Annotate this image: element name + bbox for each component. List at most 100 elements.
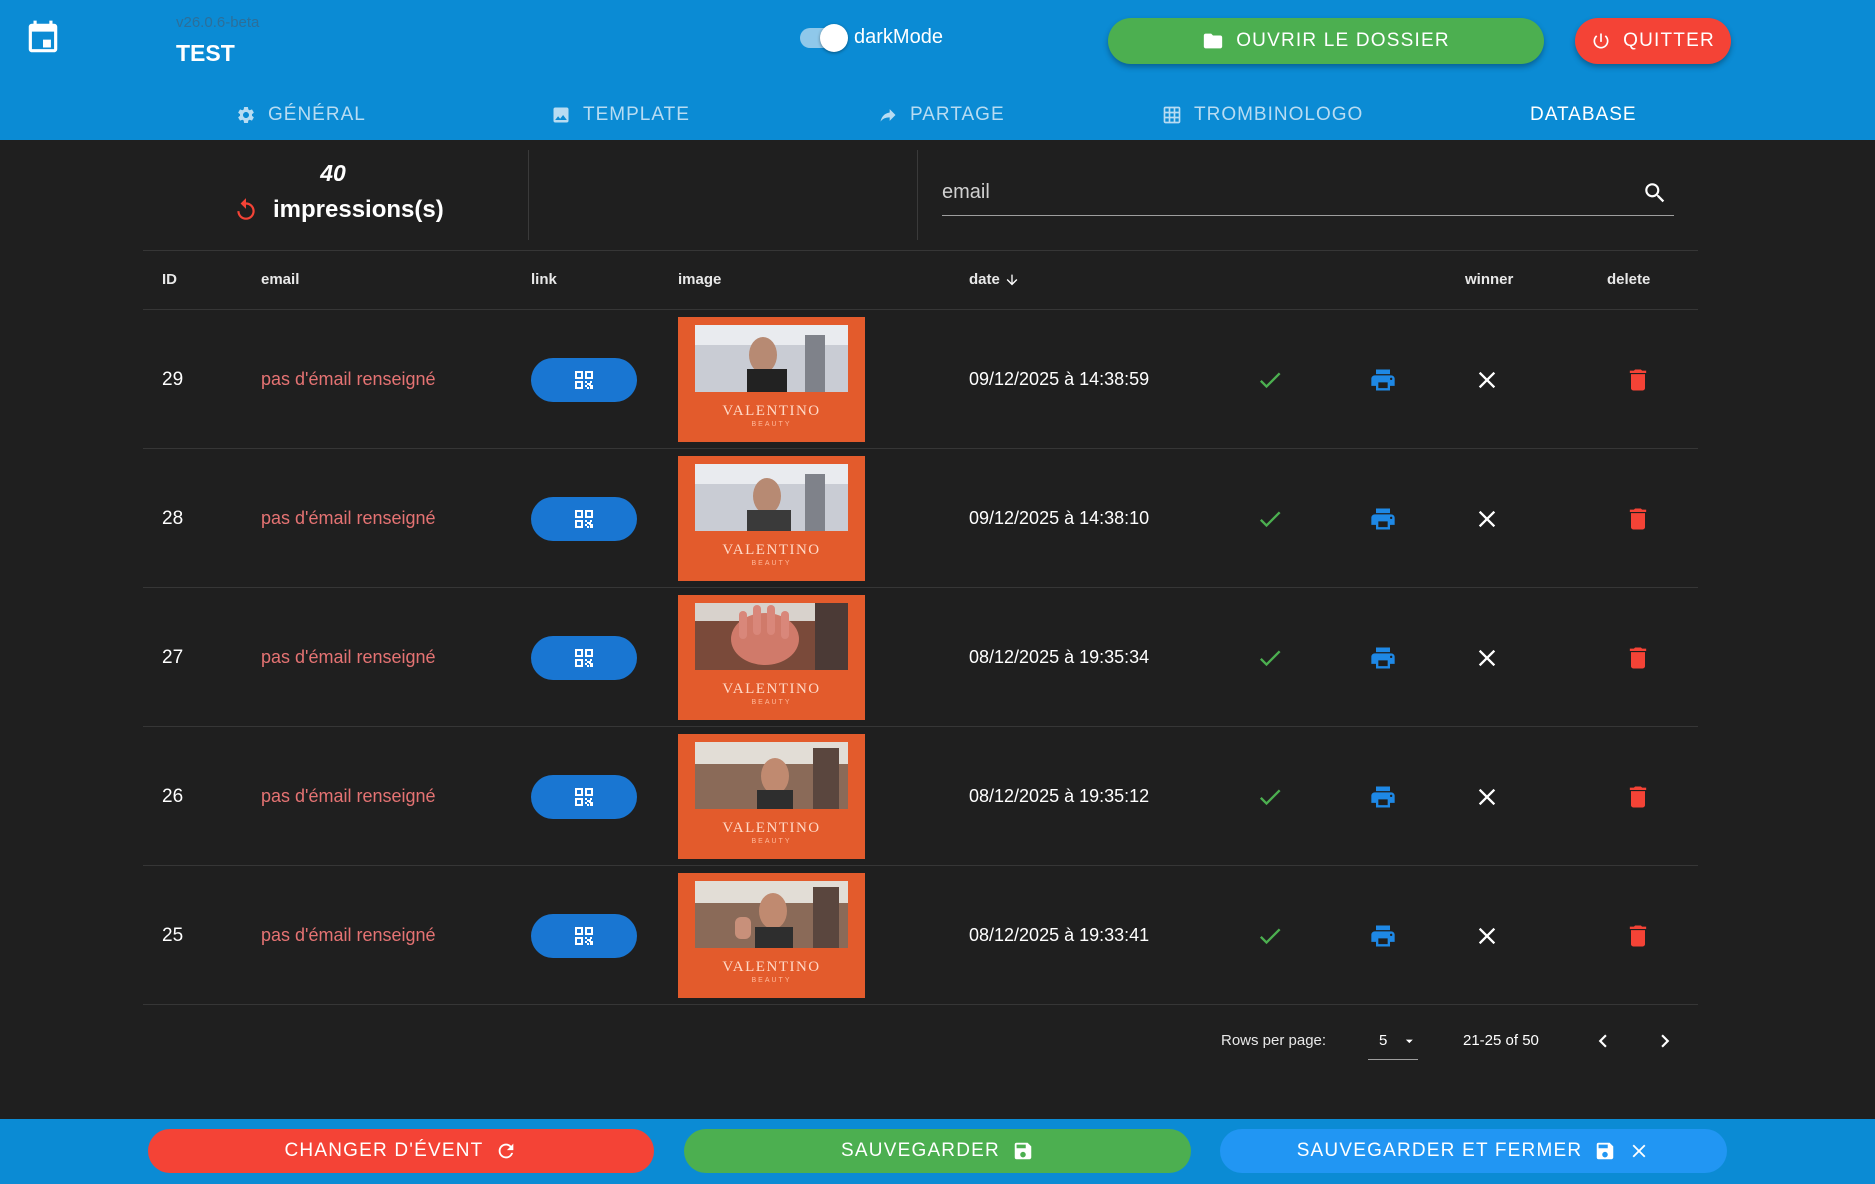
quit-label: QUITTER <box>1623 30 1715 51</box>
dark-mode-toggle[interactable]: darkMode <box>800 23 943 52</box>
close-icon <box>1478 510 1496 527</box>
tab-partage-label: PARTAGE <box>910 104 1005 125</box>
qr-code-icon <box>575 370 593 389</box>
close-icon <box>1478 371 1496 388</box>
chevron-left-icon[interactable] <box>1590 1028 1616 1054</box>
column-delete[interactable]: delete <box>1607 271 1650 288</box>
qr-link-button[interactable] <box>531 496 637 541</box>
qr-link-button[interactable] <box>531 357 637 402</box>
qr-code-icon <box>575 787 593 806</box>
qr-link-button[interactable] <box>531 774 637 819</box>
toggle-thumb[interactable] <box>820 23 848 52</box>
tab-bar: GÉNÉRAL TEMPLATE PARTAGE TROMBINOLOGO DA… <box>0 95 1875 137</box>
winner-toggle[interactable] <box>1467 916 1507 956</box>
column-date[interactable]: date <box>969 271 1020 288</box>
photo-image <box>695 464 848 531</box>
winner-toggle[interactable] <box>1467 638 1507 678</box>
column-image[interactable]: image <box>678 271 721 288</box>
brand-subtext: BEAUTY <box>751 838 792 845</box>
tab-database[interactable]: DATABASE <box>1530 95 1637 135</box>
qr-link-button[interactable] <box>531 635 637 680</box>
calendar-icon[interactable] <box>24 18 62 58</box>
close-icon <box>1478 927 1496 944</box>
trash-icon <box>1629 508 1647 529</box>
save-icon <box>1597 1142 1614 1160</box>
photo-image <box>695 742 848 809</box>
page-range: 21-25 of 50 <box>1463 1032 1539 1049</box>
row-email: pas d'émail renseigné <box>261 369 436 389</box>
save-close-label: SAUVEGARDER ET FERMER <box>1296 1140 1583 1161</box>
check-icon <box>1259 928 1281 944</box>
qr-link-button[interactable] <box>531 913 637 958</box>
trash-icon <box>1629 647 1647 668</box>
caret-down-icon <box>1406 1039 1414 1043</box>
trash-icon <box>1629 925 1647 946</box>
printer-icon <box>1371 508 1395 529</box>
search-icon[interactable] <box>1642 180 1668 206</box>
column-winner[interactable]: winner <box>1465 271 1513 288</box>
divider <box>917 150 918 240</box>
delete-button[interactable] <box>1618 777 1658 817</box>
table-row: 27 pas d'émail renseigné VALENTINO BEAUT… <box>143 588 1698 727</box>
print-button[interactable] <box>1363 916 1403 956</box>
check-icon <box>1259 650 1281 666</box>
save-icon <box>1014 1142 1032 1160</box>
check-icon <box>1259 511 1281 527</box>
delete-button[interactable] <box>1618 638 1658 678</box>
refresh-icon[interactable] <box>233 197 259 223</box>
change-event-button[interactable]: CHANGER D'ÉVENT <box>148 1129 654 1173</box>
printer-icon <box>1371 786 1395 807</box>
rows-per-page-label: Rows per page: <box>1221 1032 1327 1049</box>
row-email: pas d'émail renseigné <box>261 508 436 528</box>
tab-database-label: DATABASE <box>1530 104 1637 125</box>
column-link[interactable]: link <box>531 271 557 288</box>
trash-icon <box>1629 786 1647 807</box>
row-id: 28 <box>162 507 184 529</box>
tab-partage[interactable]: PARTAGE <box>878 95 1005 135</box>
refresh-icon <box>499 1143 514 1159</box>
brand-text: VALENTINO <box>722 959 821 975</box>
brand-subtext: BEAUTY <box>751 977 792 984</box>
search-input[interactable] <box>942 174 1622 210</box>
quit-button[interactable]: QUITTER <box>1575 18 1731 64</box>
divider <box>528 150 529 240</box>
winner-toggle[interactable] <box>1467 360 1507 400</box>
brand-text: VALENTINO <box>722 403 821 419</box>
table-row: 25 pas d'émail renseigné VALENTINO BEAUT… <box>143 866 1698 1005</box>
save-label: SAUVEGARDER <box>841 1140 1000 1161</box>
delete-button[interactable] <box>1618 360 1658 400</box>
print-button[interactable] <box>1363 360 1403 400</box>
row-email: pas d'émail renseigné <box>261 647 436 667</box>
tab-trombinologo[interactable]: TROMBINOLOGO <box>1162 95 1363 135</box>
delete-button[interactable] <box>1618 916 1658 956</box>
open-folder-button[interactable]: OUVRIR LE DOSSIER <box>1108 18 1544 64</box>
winner-toggle[interactable] <box>1467 777 1507 817</box>
column-email[interactable]: email <box>261 271 299 288</box>
rows-per-page-value: 5 <box>1379 1032 1388 1049</box>
table-row: 29 pas d'émail renseigné VALENTINO BEAUT… <box>143 310 1698 449</box>
row-date: 08/12/2025 à 19:33:41 <box>969 925 1150 945</box>
photo-thumbnail[interactable]: VALENTINO BEAUTY <box>678 456 865 581</box>
row-id: 27 <box>162 646 184 668</box>
print-button[interactable] <box>1363 499 1403 539</box>
rows-per-page-select[interactable]: 5 <box>1368 1022 1418 1060</box>
print-button[interactable] <box>1363 777 1403 817</box>
brand-text: VALENTINO <box>722 681 821 697</box>
photo-thumbnail[interactable]: VALENTINO BEAUTY <box>678 873 865 998</box>
arrow-down-icon <box>1006 274 1018 285</box>
app-version: v26.0.6-beta <box>176 14 260 31</box>
close-icon <box>1478 649 1496 666</box>
photo-thumbnail[interactable]: VALENTINO BEAUTY <box>678 734 865 859</box>
column-id[interactable]: ID <box>162 271 177 288</box>
photo-thumbnail[interactable]: VALENTINO BEAUTY <box>678 317 865 442</box>
tab-template[interactable]: TEMPLATE <box>551 95 690 135</box>
winner-toggle[interactable] <box>1467 499 1507 539</box>
delete-button[interactable] <box>1618 499 1658 539</box>
photo-thumbnail[interactable]: VALENTINO BEAUTY <box>678 595 865 720</box>
chevron-right-icon[interactable] <box>1652 1028 1678 1054</box>
toggle-track[interactable] <box>800 23 848 52</box>
save-button[interactable]: SAUVEGARDER <box>684 1129 1191 1173</box>
tab-general[interactable]: GÉNÉRAL <box>236 95 366 135</box>
save-and-close-button[interactable]: SAUVEGARDER ET FERMER <box>1220 1129 1727 1173</box>
print-button[interactable] <box>1363 638 1403 678</box>
